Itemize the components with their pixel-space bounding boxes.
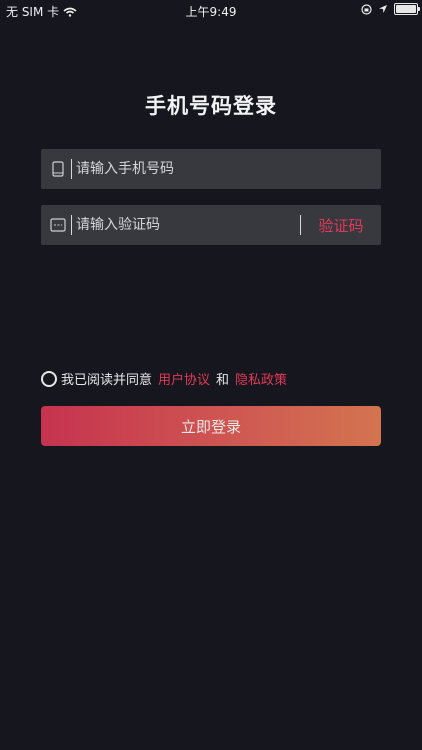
- code-input[interactable]: [72, 205, 300, 245]
- status-right: [361, 3, 420, 15]
- code-keypad-icon: [45, 218, 71, 232]
- code-field[interactable]: 验证码: [41, 205, 381, 245]
- page-title: 手机号码登录: [145, 94, 277, 118]
- battery-level: [396, 5, 416, 13]
- phone-input[interactable]: [72, 149, 381, 189]
- terms-link[interactable]: 用户协议: [158, 369, 210, 388]
- get-code-button[interactable]: 验证码: [301, 205, 381, 245]
- orientation-lock-icon: [361, 3, 372, 15]
- privacy-link[interactable]: 隐私政策: [235, 369, 287, 388]
- agreement-row: 我已阅读并同意 用户协议 和 隐私政策: [41, 369, 293, 388]
- battery-icon: [394, 3, 420, 15]
- phone-field[interactable]: [41, 149, 381, 189]
- location-icon: [379, 5, 387, 13]
- agreement-conjunction: 和: [216, 373, 230, 388]
- status-bar: 无 SIM 卡 上午9:49: [0, 0, 422, 20]
- agree-checkbox[interactable]: [41, 370, 57, 387]
- status-time: 上午9:49: [185, 5, 237, 19]
- agreement-text: 我已阅读并同意: [61, 373, 153, 388]
- phone-icon: [45, 161, 71, 177]
- login-button[interactable]: 立即登录: [41, 406, 381, 446]
